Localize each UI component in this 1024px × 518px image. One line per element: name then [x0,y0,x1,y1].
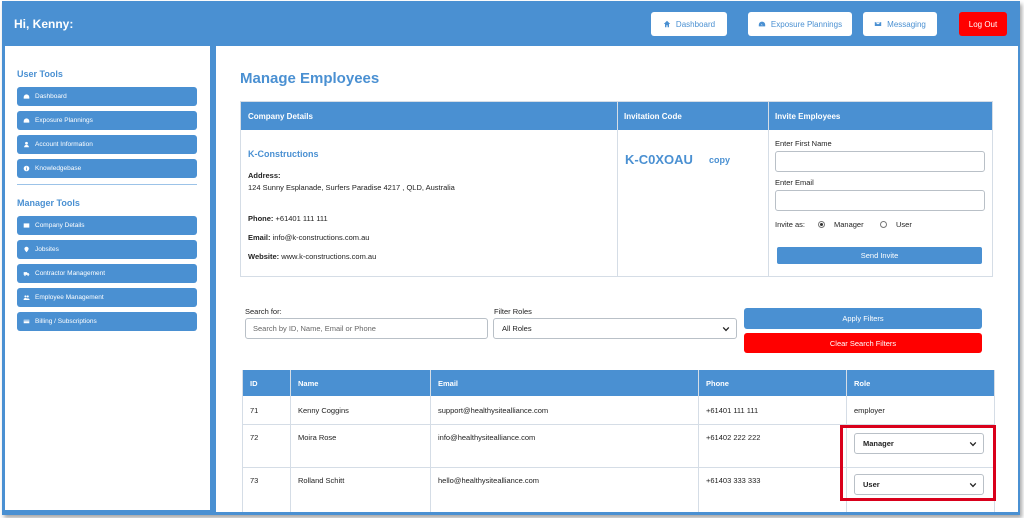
sidebar-item-contractor-management[interactable]: Contractor Management [17,264,197,283]
phone-line: Phone: +61401 111 111 [248,214,328,223]
column-header-id[interactable]: ID [242,370,290,396]
sidebar-item-label: Dashboard [35,93,67,100]
sidebar-item-label: Billing / Subscriptions [35,318,97,325]
nav-messaging-button[interactable]: Messaging [863,12,937,36]
sidebar-item-account-information[interactable]: Account Information [17,135,197,154]
nav-dashboard-label: Dashboard [675,19,716,29]
website-line: Website: www.k-constructions.com.au [248,252,377,261]
cell-name: Kenny Coggins [298,406,349,415]
column-header-role[interactable]: Role [846,370,995,396]
apply-filters-button[interactable]: Apply Filters [744,308,982,329]
table-icon [23,223,30,228]
cell-email: hello@healthysitealliance.com [438,476,540,485]
top-navbar: Hi, Kenny: Dashboard Exposure Plannings … [2,1,1020,46]
user-radio-label: User [896,220,912,229]
sidebar: User Tools Dashboard Exposure Plannings … [5,46,210,510]
gauge-icon [23,118,30,123]
sidebar-item-label: Jobsites [35,246,59,253]
credit-card-icon [23,319,30,324]
sidebar-item-label: Company Details [35,222,85,229]
company-details-header: Company Details [241,102,617,130]
role-highlight-box [840,425,996,501]
cell-phone: +61402 222 222 [706,433,761,442]
cell-email: support@healthysitealliance.com [438,406,549,415]
cell-name: Rolland Schitt [298,476,345,485]
gauge-icon [758,21,766,27]
sidebar-item-billing-subscriptions[interactable]: Billing / Subscriptions [17,312,197,331]
manager-radio-label: Manager [834,220,864,229]
info-icon [23,165,30,172]
map-pin-icon [24,246,29,253]
nav-dashboard-button[interactable]: Dashboard [651,12,727,36]
sidebar-item-jobsites[interactable]: Jobsites [17,240,197,259]
search-label: Search for: [245,307,282,316]
page-title: Manage Employees [240,70,380,87]
cell-id: 71 [250,406,259,415]
chevron-down-icon [722,326,730,332]
address-label: Address: [248,171,281,180]
copy-code-link[interactable]: copy [709,155,730,165]
column-divider [617,102,618,276]
cell-phone: +61403 333 333 [706,476,761,485]
cell-role: employer [854,406,885,415]
email-input-label: Enter Email [775,178,814,187]
sidebar-item-label: Employee Management [35,294,104,301]
sidebar-item-label: Exposure Plannings [35,117,93,124]
sidebar-item-exposure-plannings[interactable]: Exposure Plannings [17,111,197,130]
invitation-code-header: Invitation Code [617,102,768,130]
cell-id: 72 [250,433,259,442]
clear-filters-button[interactable]: Clear Search Filters [744,333,982,353]
manager-radio[interactable] [818,221,825,228]
cell-name: Moira Rose [298,433,337,442]
envelope-icon [874,22,882,26]
nav-exposure-plannings-label: Exposure Plannings [770,19,843,29]
sidebar-item-label: Contractor Management [35,270,106,277]
users-icon [23,295,30,300]
company-details-table: Company Details Invitation Code Invite E… [240,101,993,277]
column-header-name[interactable]: Name [290,370,430,396]
sidebar-item-label: Account Information [35,141,93,148]
column-divider [768,102,769,276]
nav-exposure-plannings-button[interactable]: Exposure Plannings [748,12,852,36]
user-icon [24,141,29,148]
send-invite-button[interactable]: Send Invite [777,247,982,264]
email-line: Email: info@k-constructions.com.au [248,233,370,242]
address-value: 124 Sunny Esplanade, Surfers Paradise 42… [248,183,455,192]
company-name-link[interactable]: K-Constructions [248,149,319,159]
sidebar-item-label: Knowledgebase [35,165,82,172]
email-input[interactable] [775,190,985,211]
user-radio[interactable] [880,221,887,228]
first-name-input[interactable] [775,151,985,172]
sidebar-item-dashboard[interactable]: Dashboard [17,87,197,106]
manager-tools-heading: Manager Tools [17,198,80,208]
column-header-phone[interactable]: Phone [698,370,846,396]
search-input[interactable]: Search by ID, Name, Email or Phone [245,318,488,339]
invite-as-label: Invite as: [775,220,806,229]
cell-email: info@healthysitealliance.com [438,433,536,442]
invite-employees-header: Invite Employees [768,102,992,130]
sidebar-divider [17,184,197,185]
roles-select[interactable]: All Roles [493,318,737,339]
logout-button[interactable]: Log Out [959,12,1007,36]
cell-id: 73 [250,476,259,485]
sidebar-item-employee-management[interactable]: Employee Management [17,288,197,307]
first-name-label: Enter First Name [775,139,832,148]
nav-messaging-label: Messaging [887,19,926,29]
greeting-text: Hi, Kenny: [14,17,74,31]
sidebar-item-knowledgebase[interactable]: Knowledgebase [17,159,197,178]
truck-icon [23,272,30,277]
sidebar-item-company-details[interactable]: Company Details [17,216,197,235]
home-icon [663,20,671,28]
column-header-email[interactable]: Email [430,370,698,396]
gauge-icon [23,94,30,99]
invitation-code: K-C0XOAU [625,152,693,167]
cell-phone: +61401 111 111 [706,406,759,415]
filter-roles-label: Filter Roles [494,307,532,316]
user-tools-heading: User Tools [17,69,63,79]
